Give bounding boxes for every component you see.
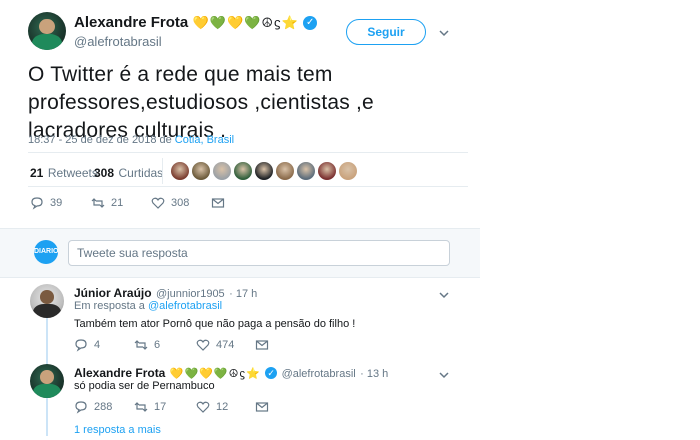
retweets-count: 21 bbox=[30, 166, 44, 180]
stats-separator bbox=[162, 158, 163, 184]
likes-label: Curtidas bbox=[118, 166, 164, 180]
thread-line bbox=[46, 318, 48, 366]
heart-icon bbox=[151, 196, 165, 210]
author-name-row[interactable]: Alexandre Frota 💛💚💛💚☮ϛ⭐ ✓ bbox=[74, 14, 318, 32]
heart-icon bbox=[196, 400, 210, 414]
tweet-text-line: O Twitter é a rede que mais tem bbox=[28, 63, 333, 86]
liker-avatar[interactable] bbox=[297, 162, 315, 180]
reply-count: 39 bbox=[50, 197, 63, 209]
divider bbox=[28, 186, 468, 187]
reply-count: 288 bbox=[94, 401, 113, 413]
liker-avatar[interactable] bbox=[339, 162, 357, 180]
chevron-down-icon[interactable] bbox=[438, 287, 450, 299]
tweet-text: O Twitter é a rede que mais tem professo… bbox=[28, 61, 468, 145]
reply-text: Também tem ator Pornô que não paga a pen… bbox=[74, 318, 356, 330]
reply-avatar[interactable] bbox=[30, 364, 64, 398]
reply-avatar[interactable] bbox=[30, 284, 64, 318]
reply-author-emoji: 💛💚💛💚☮ϛ⭐ bbox=[169, 368, 261, 380]
retweet-icon bbox=[91, 196, 105, 210]
retweet-action[interactable]: 21 bbox=[91, 196, 123, 210]
author-avatar[interactable] bbox=[28, 12, 66, 50]
follow-button[interactable]: Seguir bbox=[346, 19, 426, 45]
like-action[interactable]: 474 bbox=[196, 338, 234, 352]
chevron-down-icon[interactable] bbox=[438, 367, 450, 379]
reply-icon bbox=[74, 338, 88, 352]
reply-author-handle[interactable]: @junnior1905 bbox=[156, 288, 225, 300]
liker-avatar[interactable] bbox=[192, 162, 210, 180]
retweets-label: Retweets bbox=[47, 166, 98, 180]
reply-time[interactable]: · 17 h bbox=[229, 288, 257, 300]
tweet-location-link[interactable]: Cotia, Brasil bbox=[175, 134, 234, 146]
in-reply-to-link[interactable]: @alefrotabrasil bbox=[148, 300, 222, 312]
tweet-text-line: professores,estudiosos ,cientistas ,e bbox=[28, 91, 374, 114]
in-reply-to-prefix: Em resposta a bbox=[74, 300, 145, 312]
liker-avatar[interactable] bbox=[276, 162, 294, 180]
liker-avatar[interactable] bbox=[213, 162, 231, 180]
retweet-icon bbox=[134, 338, 148, 352]
in-reply-to: Em resposta a @alefrotabrasil bbox=[74, 300, 222, 312]
chevron-down-icon[interactable] bbox=[438, 25, 450, 37]
reply-icon bbox=[30, 196, 44, 210]
likes-stat[interactable]: 308 Curtidas bbox=[94, 164, 163, 182]
tweet-timestamp[interactable]: 18:37 - 25 de dez de 2018 de bbox=[28, 134, 172, 146]
liker-avatar[interactable] bbox=[171, 162, 189, 180]
like-action[interactable]: 308 bbox=[151, 196, 189, 210]
reply-text: só podia ser de Pernambuco bbox=[74, 380, 215, 392]
direct-message-action[interactable] bbox=[255, 338, 275, 352]
thread-line bbox=[46, 396, 48, 436]
author-handle[interactable]: @alefrotabrasil bbox=[74, 34, 162, 49]
reply-input[interactable]: Tweete sua resposta bbox=[68, 240, 450, 266]
direct-message-action[interactable] bbox=[211, 196, 231, 210]
like-action[interactable]: 12 bbox=[196, 400, 228, 414]
heart-icon bbox=[196, 338, 210, 352]
liker-avatar[interactable] bbox=[234, 162, 252, 180]
verified-badge-icon: ✓ bbox=[265, 366, 278, 379]
verified-badge-icon: ✓ bbox=[303, 15, 318, 30]
divider bbox=[28, 152, 468, 153]
envelope-icon bbox=[255, 338, 269, 352]
like-count: 12 bbox=[216, 401, 229, 413]
retweet-action[interactable]: 17 bbox=[134, 400, 166, 414]
author-name-emoji: 💛💚💛💚☮ϛ⭐ bbox=[192, 15, 299, 30]
liker-avatar[interactable] bbox=[318, 162, 336, 180]
reply-author-handle[interactable]: @alefrotabrasil bbox=[282, 368, 356, 380]
envelope-icon bbox=[255, 400, 269, 414]
liker-avatar[interactable] bbox=[255, 162, 273, 180]
retweet-icon bbox=[134, 400, 148, 414]
retweet-count: 21 bbox=[111, 197, 124, 209]
reply-icon bbox=[74, 400, 88, 414]
retweet-action[interactable]: 6 bbox=[134, 338, 160, 352]
reply-count: 4 bbox=[94, 339, 101, 351]
reply-action[interactable]: 4 bbox=[74, 338, 100, 352]
compose-avatar: DIARIO bbox=[34, 240, 59, 264]
more-replies-link[interactable]: 1 resposta a mais bbox=[74, 424, 161, 436]
envelope-icon bbox=[211, 196, 225, 210]
tweet-metadata: 18:37 - 25 de dez de 2018 de Cotia, Bras… bbox=[28, 134, 234, 146]
like-count: 308 bbox=[171, 197, 190, 209]
likes-count: 308 bbox=[94, 166, 115, 180]
like-count: 474 bbox=[216, 339, 235, 351]
retweets-stat[interactable]: 21 Retweets bbox=[30, 164, 98, 182]
reply-action[interactable]: 288 bbox=[74, 400, 112, 414]
liker-avatars bbox=[171, 162, 360, 185]
author-name[interactable]: Alexandre Frota bbox=[74, 14, 188, 31]
retweet-count: 17 bbox=[154, 401, 167, 413]
direct-message-action[interactable] bbox=[255, 400, 275, 414]
reply-time[interactable]: · 13 h bbox=[360, 368, 388, 380]
retweet-count: 6 bbox=[154, 339, 161, 351]
reply-action[interactable]: 39 bbox=[30, 196, 62, 210]
reply-author-name[interactable]: Alexandre Frota bbox=[74, 366, 165, 380]
reply-author-name[interactable]: Júnior Araújo bbox=[74, 286, 152, 300]
